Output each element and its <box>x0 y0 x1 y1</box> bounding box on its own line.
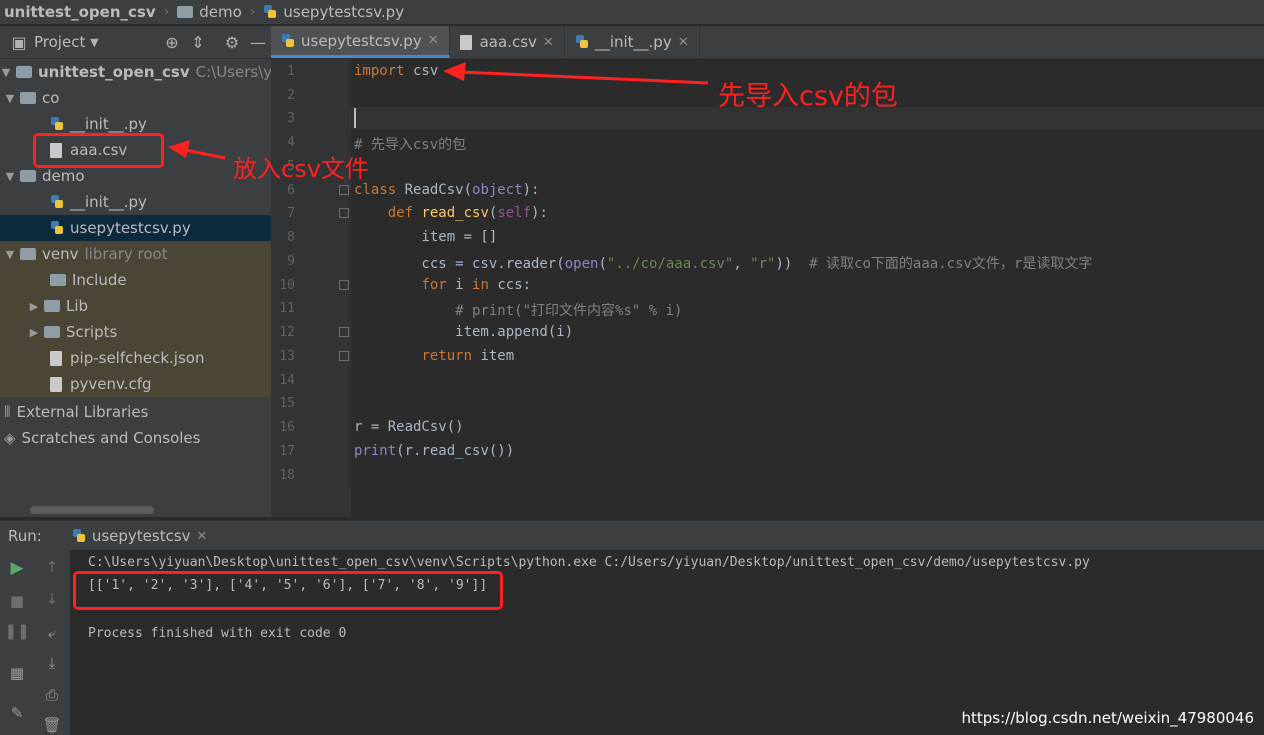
run-toolbar: ▶ ■ ❚❚ ▦ ✎ <box>0 550 34 735</box>
layout-icon[interactable]: ▦ <box>4 664 30 682</box>
stop-icon[interactable]: ■ <box>4 592 30 610</box>
pause-icon[interactable]: ❚❚ <box>4 622 30 640</box>
arrow-down-icon[interactable]: ↓ <box>39 590 65 608</box>
annotation-box-output <box>73 571 503 610</box>
soft-wrap-icon[interactable]: ⤶ <box>39 624 65 642</box>
print-icon[interactable]: ⎙ <box>39 686 65 704</box>
run-panel-header: Run: usepytestcsv ✕ <box>0 520 1264 551</box>
arrow-up-icon[interactable]: ↑ <box>39 558 65 576</box>
run-tab-label: usepytestcsv <box>91 527 191 545</box>
annotation-arrow-file <box>168 140 226 160</box>
run-tab[interactable]: usepytestcsv ✕ <box>72 527 208 545</box>
run-icon[interactable]: ▶ <box>4 558 30 578</box>
trash-icon[interactable]: 🗑 <box>39 716 65 734</box>
close-icon[interactable]: ✕ <box>197 529 208 544</box>
python-file-icon <box>72 528 86 544</box>
console-command: C:\Users\yiyuan\Desktop\unittest_open_cs… <box>88 555 1090 570</box>
run-label: Run: <box>8 527 42 545</box>
run-toolbar-secondary: ↑ ↓ ⤶ ⤓ ⎙ 🗑 <box>34 550 71 735</box>
annotation-arrow-import <box>443 62 709 85</box>
watermark: https://blog.csdn.net/weixin_47980046 <box>961 709 1254 727</box>
console-finish: Process finished with exit code 0 <box>88 626 347 641</box>
pin-icon[interactable]: ✎ <box>4 704 30 722</box>
scroll-to-end-icon[interactable]: ⤓ <box>39 654 65 672</box>
